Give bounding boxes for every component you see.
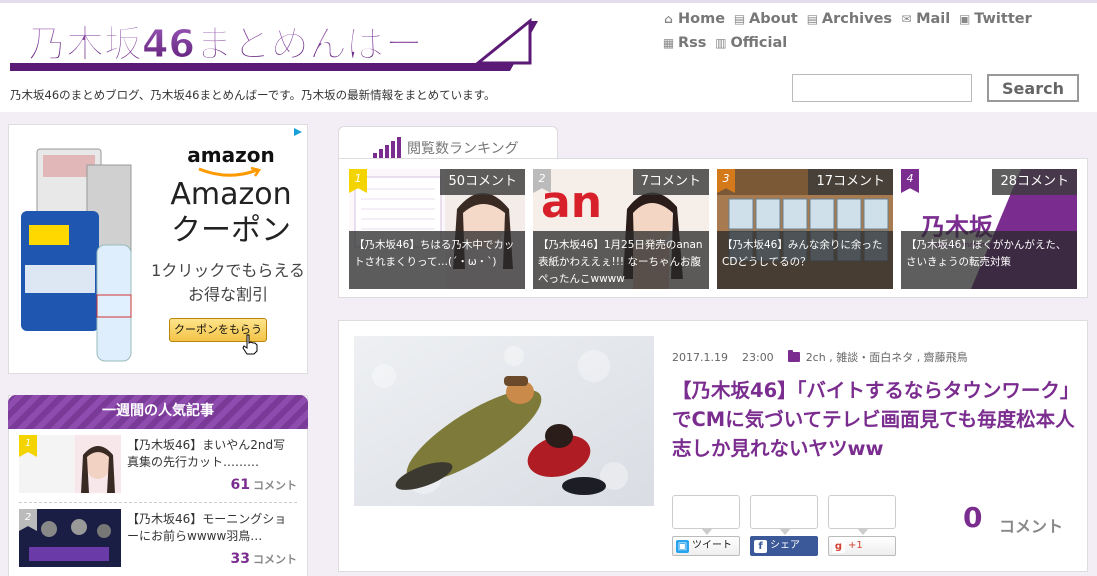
bar-chart-icon	[373, 137, 401, 159]
nav-link-label: Archives	[821, 11, 893, 27]
popular-item-title[interactable]: 【乃木坂46】まいやん2nd写真集の先行カット………	[127, 437, 297, 471]
nav-link-twitter[interactable]: ▣ Twitter	[958, 11, 1032, 27]
ranking-comment-count[interactable]: 28コメント	[992, 169, 1077, 195]
share-label: +1	[848, 540, 863, 551]
search-input[interactable]	[792, 74, 972, 102]
nav-link-label: About	[749, 11, 798, 27]
ranking-comment-count[interactable]: 50コメント	[440, 169, 525, 195]
ranking-comment-count[interactable]: 17コメント	[808, 169, 893, 195]
facebook-share-button-group: f シェア	[750, 495, 818, 556]
share-count-box	[828, 495, 896, 535]
google-plus-button[interactable]: g +1	[828, 536, 896, 556]
ad-choices-icon[interactable]	[293, 127, 303, 137]
comment-suffix: コメント	[253, 479, 297, 492]
search-button[interactable]: Search	[987, 74, 1079, 102]
ranking-comment-count[interactable]: 7コメント	[632, 169, 709, 195]
nav-link-label: Twitter	[974, 11, 1032, 27]
mail-icon: ✉	[901, 12, 912, 26]
ranking-caption[interactable]: 【乃木坂46】ぼくがかんがえた、さいきょうの転売対策	[901, 231, 1077, 289]
ranking-tab-label: 閲覧数ランキング	[407, 141, 519, 157]
popular-item-title[interactable]: 【乃木坂46】モーニングショーにお前らwwww羽鳥…	[127, 511, 297, 545]
twitter-icon: ▣	[959, 12, 971, 26]
nav-link-mail[interactable]: ✉ Mail	[900, 11, 951, 27]
ranking-card[interactable]: 3 17コメント 【乃木坂46】みんな余りに余ったCDどうしてるの？	[717, 169, 893, 289]
tweet-button-group: ▣ ツイート	[672, 495, 740, 556]
share-count-box	[672, 495, 740, 535]
share-label: ツイート	[692, 540, 732, 551]
comment-number: 33	[230, 551, 250, 567]
share-label: シェア	[770, 540, 800, 551]
ranking-card[interactable]: 1 50コメント 【乃木坂46】ちはる乃木中でカットされまくりって…(´・ω・`)	[349, 169, 525, 289]
share-count-box	[750, 495, 818, 535]
document-icon: ▤	[733, 12, 746, 26]
ranking-card[interactable]: an 2 7コメント 【乃木坂46】1月25日発売のanan表紙かわええぇ!!! なー…	[533, 169, 709, 289]
article-time: 23:00	[741, 350, 774, 364]
article-thumbnail[interactable]	[354, 336, 654, 506]
article-date: 2017.1.19	[672, 350, 728, 364]
popular-item-comment-count[interactable]: 61 コメント	[231, 477, 297, 493]
nav-link-about[interactable]: ▤ About	[733, 11, 798, 27]
top-navigation: ⌂ Home ▤ About ▤ Archives ✉ Mail ▣ Twitter ▦ Rss ▥ O…	[662, 7, 1082, 55]
nav-link-label: Home	[678, 11, 726, 27]
site-header: 乃木坂46まとめんばー 乃木坂46のまとめブログ、乃木坂46まとめんばーです。乃…	[0, 0, 1097, 112]
document-icon: ▤	[806, 12, 819, 26]
site-logo[interactable]: 乃木坂46まとめんばー	[10, 13, 538, 81]
google-plus-button-group: g +1	[828, 495, 896, 556]
hand-cursor-icon	[242, 334, 258, 355]
nav-link-rss[interactable]: ▦ Rss	[662, 35, 707, 51]
twitter-icon: ▣	[676, 539, 689, 553]
ad-product-image	[21, 148, 132, 362]
nav-link-official[interactable]: ▥ Official	[714, 35, 787, 51]
ranking-card[interactable]: 乃木坂~nogizaka matomenber~428コメント【乃木坂46】ぼく…	[901, 169, 1077, 289]
view-ranking-panel: 1 50コメント 【乃木坂46】ちはる乃木中でカットされまくりって…(´・ω・`) a…	[338, 158, 1088, 298]
widget-heading: 一週間の人気記事	[8, 395, 308, 429]
site-tagline: 乃木坂46のまとめブログ、乃木坂46まとめんばーです。乃木坂の最新情報をまとめて…	[10, 88, 496, 102]
facebook-icon: f	[754, 539, 767, 553]
tweet-button[interactable]: ▣ ツイート	[672, 536, 740, 556]
comment-number: 61	[230, 477, 250, 493]
weekly-popular-widget: 一週間の人気記事 1 【乃木坂46】まいやん2nd写真集の先行カット……… 61 コメ…	[8, 395, 308, 576]
comment-suffix: コメント	[253, 553, 297, 566]
comment-label[interactable]: コメント	[999, 513, 1063, 537]
ranking-caption[interactable]: 【乃木坂46】1月25日発売のanan表紙かわええぇ!!! なーちゃんお腹ぺった…	[533, 231, 709, 289]
popular-item-comment-count[interactable]: 33 コメント	[231, 551, 297, 567]
amazon-coupon-ad[interactable]: amazon Amazon クーポン 1クリックでもらえる お得な割引 クーポン…	[8, 124, 308, 374]
article-title[interactable]: 【乃木坂46】「バイトするならタウンワーク」でCMに気づいてテレビ画面見ても毎度…	[672, 376, 1077, 463]
popular-list-item[interactable]: 1 【乃木坂46】まいやん2nd写真集の先行カット……… 61 コメント	[19, 435, 297, 503]
article-categories[interactable]: 2ch , 雑談・面白ネタ , 齋藤飛鳥	[806, 349, 968, 365]
facebook-share-button[interactable]: f シェア	[750, 536, 818, 556]
nav-link-label: Mail	[916, 11, 951, 27]
home-icon: ⌂	[664, 12, 673, 26]
amazon-logo: amazon	[187, 143, 275, 167]
nav-link-home[interactable]: ⌂ Home	[662, 11, 725, 27]
article-meta: 2017.1.19 23:00 2ch , 雑談・面白ネタ , 齋藤飛鳥	[672, 349, 968, 365]
book-icon: ▥	[715, 36, 727, 50]
nav-link-label: Official	[730, 35, 788, 51]
folder-icon	[787, 350, 800, 362]
logo-text: 乃木坂46まとめんばー	[28, 22, 423, 66]
google-plus-icon: g	[832, 539, 845, 553]
nav-link-label: Rss	[678, 35, 707, 51]
rss-icon: ▦	[662, 36, 675, 50]
ad-heading: Amazon クーポン	[170, 177, 292, 248]
popular-list-item[interactable]: 2 【乃木坂46】モーニングショーにお前らwwww羽鳥… 33 コメント	[19, 509, 297, 576]
nav-link-archives[interactable]: ▤ Archives	[806, 11, 892, 27]
ad-subtext: 1クリックでもらえる お得な割引	[151, 261, 305, 304]
article-card: 2017.1.19 23:00 2ch , 雑談・面白ネタ , 齋藤飛鳥 【乃木…	[338, 320, 1088, 572]
ranking-tab[interactable]: 閲覧数ランキング	[338, 126, 558, 162]
comment-count[interactable]: 0	[963, 501, 982, 534]
ranking-caption[interactable]: 【乃木坂46】ちはる乃木中でカットされまくりって…(´・ω・`)	[349, 231, 525, 289]
ranking-caption[interactable]: 【乃木坂46】みんな余りに余ったCDどうしてるの？	[717, 231, 893, 289]
